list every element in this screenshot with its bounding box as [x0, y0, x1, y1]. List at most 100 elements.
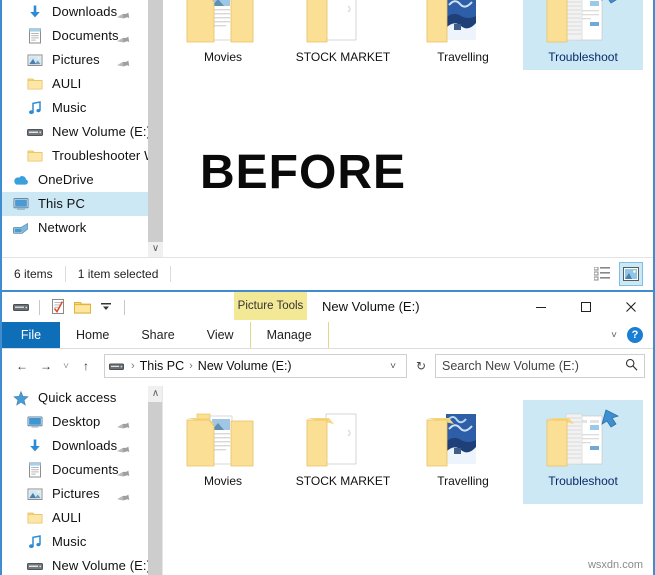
folder-item[interactable]: STOCK MARKET [283, 400, 403, 504]
folder-label: STOCK MARKET [295, 50, 391, 64]
sidebar-item-label: Quick access [38, 390, 117, 405]
sidebar-item-label: Pictures [52, 486, 100, 501]
folder-item[interactable]: Travelling [403, 0, 523, 70]
sidebar-item-troubleshooter-w[interactable]: Troubleshooter W [2, 144, 156, 168]
onedrive-icon [12, 172, 32, 188]
navigation-pane-top[interactable]: Downloads Documents Pictures AULI Music … [2, 0, 156, 258]
sidebar-item-music[interactable]: Music [2, 530, 148, 554]
folder-item[interactable]: Movies [163, 400, 283, 504]
sidebar-item-documents[interactable]: Documents [2, 24, 148, 48]
sidebar-item-downloads[interactable]: Downloads [2, 0, 148, 24]
contextual-tab-picture-tools[interactable]: Picture Tools [234, 292, 307, 320]
music-icon [26, 100, 46, 116]
thispc-icon [12, 196, 32, 212]
folder-item[interactable]: Travelling [403, 400, 523, 504]
pin-icon[interactable] [117, 52, 134, 67]
sidebar-item-documents[interactable]: Documents [2, 458, 148, 482]
sidebar-item-new-volume-e[interactable]: New Volume (E:) [2, 120, 151, 144]
details-view-button[interactable] [591, 263, 613, 285]
new-folder-icon[interactable] [73, 298, 91, 316]
forward-button[interactable]: → [34, 354, 58, 378]
sidebar-item-new-volume-e[interactable]: New Volume (E:) [2, 554, 148, 575]
close-button[interactable] [608, 292, 653, 322]
screenshot-root: Downloads Documents Pictures AULI Music … [0, 0, 655, 575]
folder-movies-icon [184, 0, 262, 46]
watermark: wsxdn.com [587, 559, 643, 571]
sidebar-item-this-pc[interactable]: This PC [2, 192, 148, 216]
nav-scrollbar-thumb-top[interactable] [148, 0, 163, 242]
pictures-icon [26, 486, 46, 502]
back-button[interactable]: ← [10, 354, 34, 378]
pin-icon[interactable] [117, 486, 134, 501]
sidebar-item-onedrive[interactable]: OneDrive [2, 168, 148, 192]
nav-scrollbar-thumb-bottom[interactable] [148, 402, 163, 575]
sidebar-item-quick-access[interactable]: Quick access [2, 386, 148, 410]
search-box[interactable]: Search New Volume (E:) [435, 354, 645, 378]
documents-icon [26, 462, 46, 478]
file-list-top[interactable]: Movies STOCK MARKET Travelling Troublesh… [163, 0, 653, 258]
nav-scrollbar-bottom[interactable]: ∧ [148, 386, 163, 575]
maximize-button[interactable] [563, 292, 608, 322]
sidebar-item-label: Downloads [52, 438, 118, 453]
scroll-down-chevron-icon[interactable]: ∨ [148, 240, 163, 258]
breadcrumb-item-this-pc[interactable]: This PC [140, 359, 184, 373]
refresh-button[interactable]: ↻ [411, 355, 431, 377]
scroll-up-chevron-icon[interactable]: ∧ [148, 386, 163, 402]
folder-icon [26, 510, 46, 526]
nav-scrollbar-top[interactable]: ∨ [148, 0, 163, 258]
sidebar-item-pictures[interactable]: Pictures [2, 48, 148, 72]
folder-item[interactable]: STOCK MARKET [283, 0, 403, 70]
folder-travel-icon [424, 0, 502, 46]
folder-item[interactable]: Troubleshoot [523, 400, 643, 504]
properties-icon[interactable] [49, 298, 67, 316]
tab-manage[interactable]: Manage [249, 322, 329, 348]
breadcrumb-item-new-volume[interactable]: New Volume (E:) [198, 359, 292, 373]
navigation-pane-bottom[interactable]: Quick access Desktop Downloads Documents… [2, 386, 148, 575]
pin-icon[interactable] [117, 28, 134, 43]
sidebar-item-network[interactable]: Network [2, 216, 148, 240]
up-button[interactable]: ↑ [74, 354, 98, 378]
breadcrumb-dropdown-icon[interactable]: ˅ [384, 361, 402, 372]
tab-file[interactable]: File [2, 322, 60, 348]
chevron-down-icon[interactable]: ˅ [611, 330, 617, 341]
folder-label: Travelling [437, 474, 489, 488]
breadcrumb[interactable]: › This PC › New Volume (E:) ˅ [104, 354, 407, 378]
folder-item[interactable]: Movies [163, 0, 283, 70]
folder-trouble-icon [544, 408, 622, 470]
folder-stock-icon [304, 408, 382, 470]
sidebar-item-music[interactable]: Music [2, 96, 148, 120]
large-icons-view-button[interactable] [619, 262, 643, 286]
tab-view[interactable]: View [191, 322, 250, 348]
sidebar-item-auli[interactable]: AULI [2, 506, 148, 530]
file-list-bottom[interactable]: Movies STOCK MARKET Travelling Troublesh… [163, 386, 653, 575]
pin-icon[interactable] [117, 4, 134, 19]
minimize-button[interactable] [518, 292, 563, 322]
search-icon[interactable] [625, 358, 638, 374]
status-bar-top: 6 items 1 item selected [2, 257, 653, 290]
pin-icon[interactable] [117, 462, 134, 477]
sidebar-item-downloads[interactable]: Downloads [2, 434, 148, 458]
before-annotation: BEFORE [200, 146, 407, 199]
toolbar-divider [39, 299, 40, 315]
tab-share[interactable]: Share [125, 322, 190, 348]
folder-label: Troubleshoot [548, 50, 618, 64]
toolbar-divider-2 [124, 299, 125, 315]
folder-grid-bottom: Movies STOCK MARKET Travelling Troublesh… [163, 400, 653, 504]
tab-home[interactable]: Home [60, 322, 125, 348]
music-icon [26, 534, 46, 550]
sidebar-item-pictures[interactable]: Pictures [2, 482, 148, 506]
help-icon[interactable]: ? [627, 327, 643, 343]
recent-locations-button[interactable]: ˅ [58, 354, 74, 378]
pin-icon[interactable] [117, 438, 134, 453]
sidebar-item-auli[interactable]: AULI [2, 72, 148, 96]
explorer-window-bottom: Picture Tools New Volume (E:) File Home [0, 290, 655, 575]
sidebar-item-desktop[interactable]: Desktop [2, 410, 148, 434]
pin-icon[interactable] [117, 414, 134, 429]
folder-item[interactable]: Troubleshoot [523, 0, 643, 70]
breadcrumb-separator-0: › [131, 360, 135, 372]
drive-icon-breadcrumb [109, 361, 124, 372]
sidebar-item-label: Music [52, 534, 87, 549]
customize-dropdown-icon[interactable] [97, 298, 115, 316]
bottom-window-body: Quick access Desktop Downloads Documents… [2, 386, 653, 575]
selection-count-label: 1 item selected [77, 267, 159, 281]
